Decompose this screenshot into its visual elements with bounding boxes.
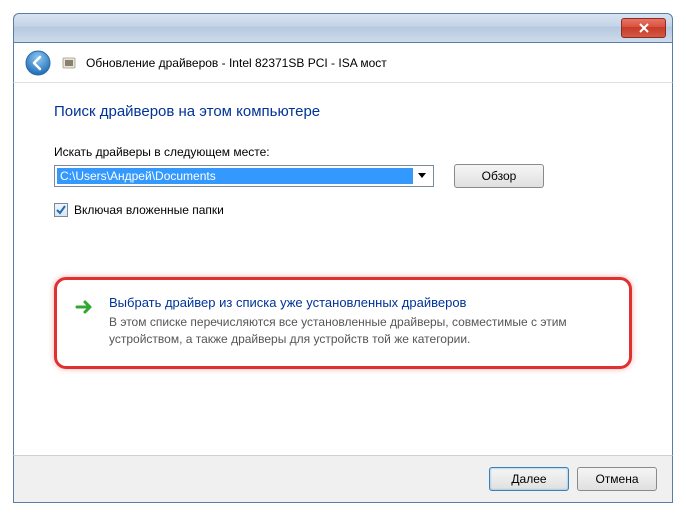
path-row: C:\Users\Андрей\Documents Обзор (54, 164, 632, 188)
wizard-window: Обновление драйверов - Intel 82371SB PCI… (13, 13, 673, 503)
close-icon (638, 22, 650, 34)
back-button[interactable] (24, 49, 52, 77)
include-subfolders-label: Включая вложенные папки (74, 203, 224, 217)
option-description: В этом списке перечисляются все установл… (109, 314, 611, 348)
pick-from-list-option[interactable]: Выбрать драйвер из списка уже установлен… (54, 277, 632, 369)
checkmark-icon (56, 205, 66, 215)
chevron-down-icon (418, 173, 426, 179)
option-arrow-icon (75, 297, 97, 319)
search-path-label: Искать драйверы в следующем месте: (54, 145, 632, 159)
content-area: Поиск драйверов на этом компьютере Искат… (13, 83, 673, 455)
next-button[interactable]: Далее (489, 467, 569, 491)
header-bar: Обновление драйверов - Intel 82371SB PCI… (13, 43, 673, 83)
browse-button[interactable]: Обзор (454, 164, 544, 188)
window-title: Обновление драйверов - Intel 82371SB PCI… (86, 56, 387, 70)
dropdown-arrow[interactable] (413, 166, 431, 186)
titlebar (13, 13, 673, 43)
include-subfolders-row: Включая вложенные папки (54, 203, 632, 217)
page-heading: Поиск драйверов на этом компьютере (54, 103, 632, 120)
option-text: Выбрать драйвер из списка уже установлен… (109, 295, 611, 348)
close-button[interactable] (621, 18, 666, 38)
cancel-button[interactable]: Отмена (577, 467, 657, 491)
option-title: Выбрать драйвер из списка уже установлен… (109, 295, 611, 310)
back-arrow-icon (25, 50, 51, 76)
device-icon (60, 54, 78, 72)
path-combobox[interactable]: C:\Users\Андрей\Documents (54, 165, 434, 187)
include-subfolders-checkbox[interactable] (54, 203, 68, 217)
path-value: C:\Users\Андрей\Documents (57, 168, 413, 184)
footer-bar: Далее Отмена (13, 455, 673, 503)
